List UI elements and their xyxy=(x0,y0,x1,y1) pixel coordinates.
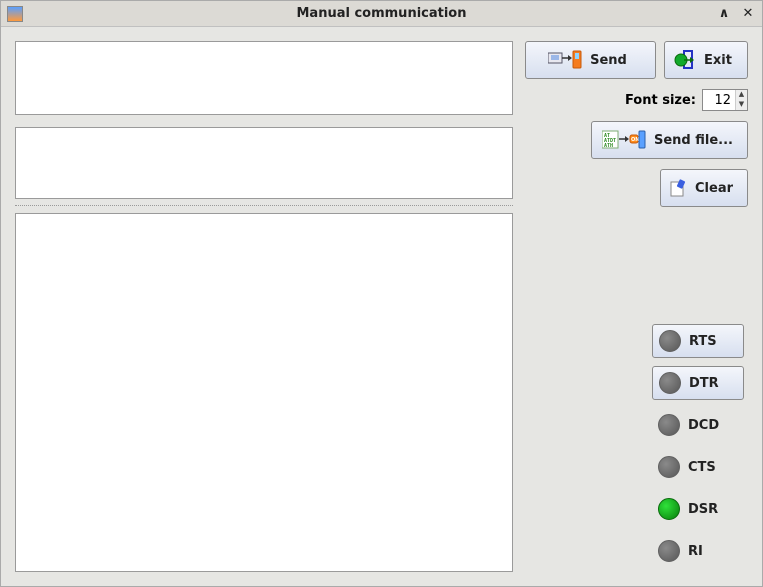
pin-ri-lamp xyxy=(658,540,680,562)
right-column: Send Exit Font size: ▲ xyxy=(525,41,748,572)
window-title: Manual communication xyxy=(1,6,762,21)
pin-rts-lamp xyxy=(659,330,681,352)
send-file-row: AT ATDT ATH ON Send file... xyxy=(525,121,748,159)
spinner-up[interactable]: ▲ xyxy=(736,90,747,100)
log-panel xyxy=(15,213,513,572)
font-size-input[interactable] xyxy=(703,90,735,110)
window-controls: ∧ ✕ xyxy=(716,6,756,22)
send-file-button-label: Send file... xyxy=(654,133,733,148)
splitter[interactable] xyxy=(15,205,513,207)
send-file-button[interactable]: AT ATDT ATH ON Send file... xyxy=(591,121,748,159)
computer-to-phone-icon xyxy=(548,50,582,70)
pin-dcd-label: DCD xyxy=(688,418,719,433)
svg-text:ATH: ATH xyxy=(604,143,613,149)
pin-dsr: DSR xyxy=(652,492,744,526)
at-script-to-phone-icon: AT ATDT ATH ON xyxy=(602,130,646,150)
pin-dtr[interactable]: DTR xyxy=(652,366,744,400)
exit-button[interactable]: Exit xyxy=(664,41,748,79)
pin-ri-label: RI xyxy=(688,544,703,559)
pin-cts-lamp xyxy=(658,456,680,478)
green-circle-exit-icon xyxy=(674,50,696,70)
send-button[interactable]: Send xyxy=(525,41,656,79)
pin-dcd: DCD xyxy=(652,408,744,442)
pin-cts-label: CTS xyxy=(688,460,716,475)
clear-button[interactable]: Clear xyxy=(660,169,748,207)
left-column xyxy=(15,41,513,572)
pin-dtr-lamp xyxy=(659,372,681,394)
clear-row: Clear xyxy=(525,169,748,207)
font-size-label: Font size: xyxy=(625,93,696,108)
pin-rts-label: RTS xyxy=(689,334,717,349)
top-button-row: Send Exit xyxy=(525,41,748,79)
pin-dtr-label: DTR xyxy=(689,376,719,391)
pin-rts[interactable]: RTS xyxy=(652,324,744,358)
app-icon xyxy=(7,6,23,22)
spinner-arrows: ▲ ▼ xyxy=(735,90,747,110)
spinner-down[interactable]: ▼ xyxy=(736,100,747,110)
exit-button-label: Exit xyxy=(704,53,732,68)
font-size-spinner[interactable]: ▲ ▼ xyxy=(702,89,748,111)
pin-cts: CTS xyxy=(652,450,744,484)
titlebar: Manual communication ∧ ✕ xyxy=(1,1,762,27)
send-input-panel xyxy=(15,41,513,115)
clear-button-label: Clear xyxy=(695,181,733,196)
eraser-icon xyxy=(669,179,687,197)
send-input[interactable] xyxy=(16,42,512,114)
middle-text-panel xyxy=(15,127,513,199)
close-button[interactable]: ✕ xyxy=(740,6,756,22)
pin-dcd-lamp xyxy=(658,414,680,436)
svg-text:ON: ON xyxy=(631,137,639,143)
pin-ri: RI xyxy=(652,534,744,568)
middle-text[interactable] xyxy=(16,128,512,198)
minimize-button[interactable]: ∧ xyxy=(716,6,732,22)
font-size-row: Font size: ▲ ▼ xyxy=(525,89,748,111)
log-text[interactable] xyxy=(16,214,512,571)
send-button-label: Send xyxy=(590,53,627,68)
content-area: Send Exit Font size: ▲ xyxy=(1,27,762,586)
serial-pins: RTS DTR DCD CTS DSR RI xyxy=(525,324,748,572)
pin-dsr-lamp xyxy=(658,498,680,520)
pin-dsr-label: DSR xyxy=(688,502,718,517)
